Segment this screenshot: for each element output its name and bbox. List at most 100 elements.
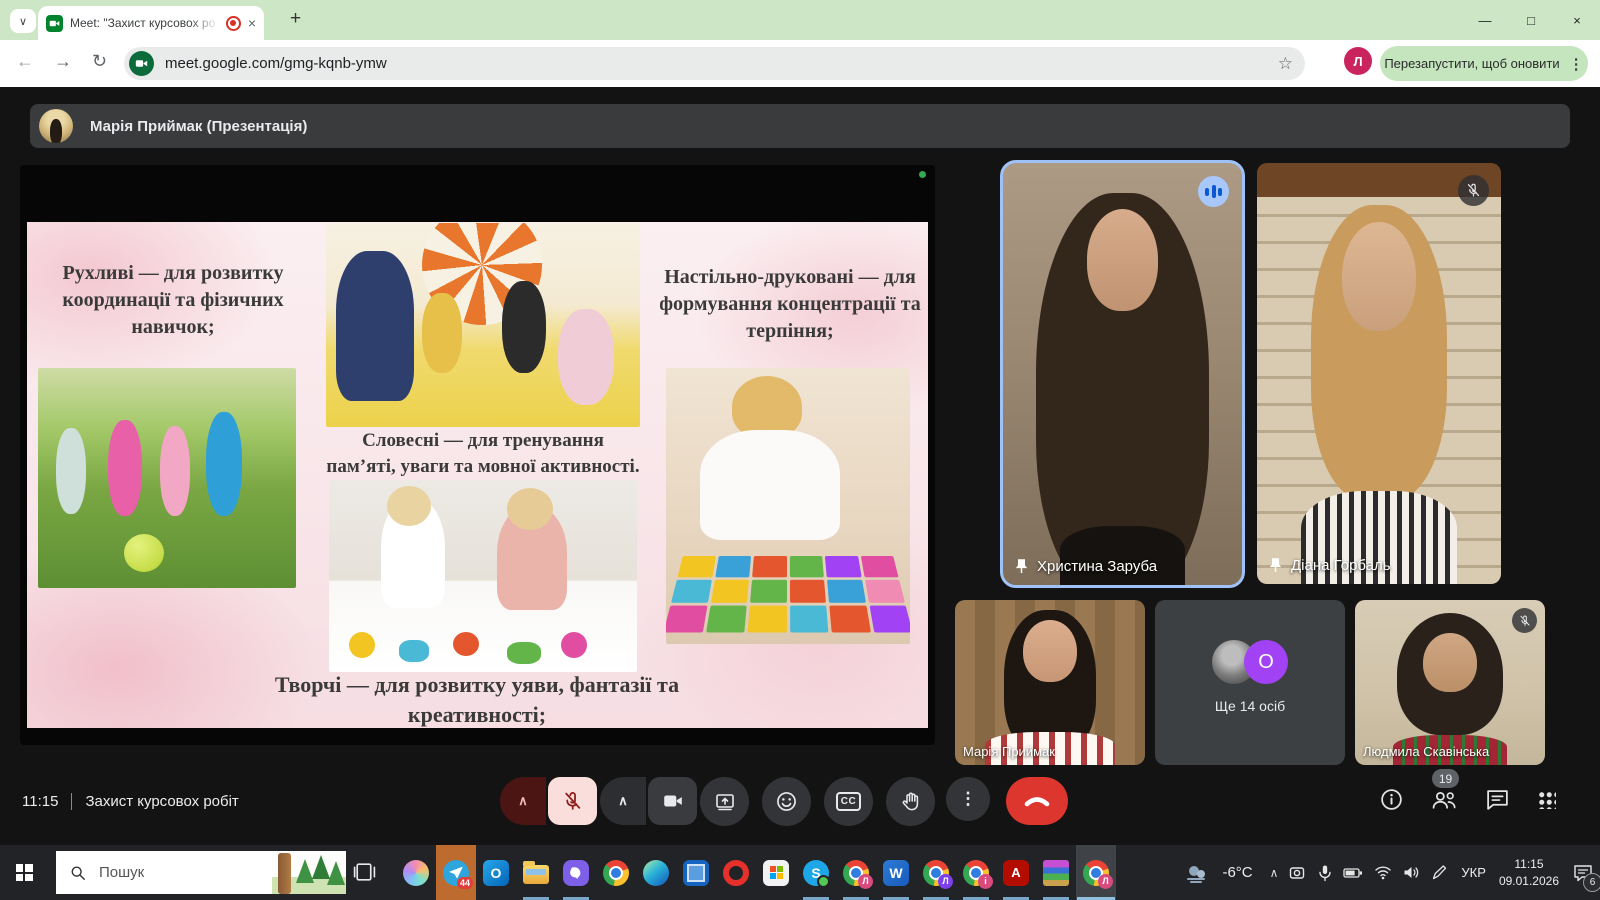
photo-figure: [422, 293, 462, 373]
url-bar[interactable]: meet.google.com/gmg-kqnb-ymw ☆: [124, 47, 1305, 80]
taskbar-search[interactable]: Пошук: [56, 851, 346, 894]
slide-text-left: Рухливі — для розвитку координації та фі…: [42, 260, 304, 341]
photo-figure: [56, 428, 86, 514]
photo-toy: [453, 632, 479, 656]
mic-mute-button[interactable]: [548, 777, 597, 825]
notification-count-badge: 6: [1583, 873, 1600, 892]
wifi-icon[interactable]: [1374, 865, 1392, 880]
taskbar-app-outlook[interactable]: O: [476, 845, 516, 900]
taskbar-app-explorer[interactable]: [516, 845, 556, 900]
taskbar-app-telegram[interactable]: 44: [436, 845, 476, 900]
maximize-button[interactable]: □: [1508, 0, 1554, 40]
photo-children-running: [38, 368, 296, 588]
taskbar-app-chrome-active[interactable]: Л: [1076, 845, 1116, 900]
minimize-button[interactable]: —: [1462, 0, 1508, 40]
browser-tab[interactable]: Meet: "Захист курсовох ро ×: [38, 6, 264, 40]
photo-figure: [700, 430, 840, 540]
mic-options-chevron[interactable]: ∧: [500, 777, 546, 825]
language-indicator[interactable]: УКР: [1461, 865, 1486, 880]
tab-close-icon[interactable]: ×: [248, 15, 256, 31]
raise-hand-button[interactable]: [886, 777, 935, 826]
new-tab-button[interactable]: +: [290, 8, 301, 30]
taskbar-app-winrar[interactable]: [1036, 845, 1076, 900]
present-screen-button[interactable]: [700, 777, 749, 826]
close-window-button[interactable]: ×: [1554, 0, 1600, 40]
more-vert-icon: ⋮: [960, 789, 977, 809]
windows-logo-icon: [16, 864, 33, 881]
participant-tile-mariia[interactable]: Марія Приймак: [955, 600, 1145, 765]
chat-icon[interactable]: [1485, 787, 1510, 812]
microphone-tray-icon[interactable]: [1318, 864, 1332, 882]
mic-muted-icon: [1458, 175, 1489, 206]
camera-in-use-tray-icon[interactable]: [1289, 865, 1307, 881]
chrome-icon: Л: [923, 860, 949, 886]
photo-figure: [160, 426, 190, 516]
taskbar-app-chrome-profile-3[interactable]: і: [956, 845, 996, 900]
camera-button[interactable]: [648, 777, 697, 825]
photo-toy: [561, 632, 587, 658]
forward-icon[interactable]: →: [54, 51, 72, 72]
more-options-button[interactable]: ⋮: [946, 777, 990, 821]
more-participants-label: Ще 14 осіб: [1155, 698, 1345, 714]
taskbar-app-word[interactable]: W: [876, 845, 916, 900]
taskbar-app-photos[interactable]: [676, 845, 716, 900]
bookmark-star-icon[interactable]: ☆: [1278, 54, 1293, 74]
taskbar-app-skype[interactable]: S: [796, 845, 836, 900]
taskbar-app-acrobat[interactable]: A: [996, 845, 1036, 900]
taskbar-app-viber[interactable]: [556, 845, 596, 900]
tray-overflow-chevron[interactable]: ∧: [1270, 866, 1279, 880]
reload-icon[interactable]: ↻: [92, 51, 107, 72]
video-placeholder: [1060, 526, 1184, 585]
camera-in-use-icon[interactable]: [129, 51, 154, 76]
tab-search-button[interactable]: ∨: [10, 9, 36, 33]
participant-count-badge: 19: [1432, 769, 1459, 788]
end-call-button[interactable]: [1006, 777, 1068, 825]
photo-ball: [124, 534, 164, 572]
browser-profile-avatar[interactable]: Л: [1344, 47, 1372, 75]
pen-icon[interactable]: [1431, 864, 1448, 881]
taskbar-app-chrome-profile-1[interactable]: Л: [836, 845, 876, 900]
chrome-update-button[interactable]: Перезапустити, щоб оновити ⋮: [1380, 46, 1588, 81]
taskbar-app-chrome-profile-2[interactable]: Л: [916, 845, 956, 900]
telegram-unread-badge: 44: [457, 877, 473, 889]
winrar-icon: [1043, 860, 1069, 886]
more-participants-tile[interactable]: O Ще 14 осіб: [1155, 600, 1345, 765]
window-controls: — □ ×: [1462, 0, 1600, 40]
divider: [71, 793, 72, 810]
browser-menu-icon[interactable]: ⋮: [1569, 55, 1584, 73]
people-icon[interactable]: [1431, 787, 1458, 812]
taskbar-app-store[interactable]: [756, 845, 796, 900]
taskbar-app-edge[interactable]: [636, 845, 676, 900]
photo-figure: [732, 376, 802, 438]
back-icon[interactable]: ←: [16, 51, 34, 72]
taskbar-clock[interactable]: 11:15 09.01.2026: [1499, 856, 1559, 890]
taskbar-app-copilot[interactable]: [396, 845, 436, 900]
captions-button[interactable]: CC: [824, 777, 873, 826]
presenter-name: Марія Приймак (Презентація): [90, 118, 307, 135]
weather-icon[interactable]: [1185, 863, 1211, 883]
info-icon[interactable]: [1379, 787, 1404, 812]
chrome-icon: [603, 860, 629, 886]
avatar: O: [1244, 640, 1288, 684]
shared-screen[interactable]: Рухливі — для розвитку координації та фі…: [20, 165, 935, 745]
activities-grid-icon[interactable]: [1537, 790, 1556, 809]
screen: ∨ Meet: "Захист курсовох ро × + — □ × ← …: [0, 0, 1600, 900]
participant-tile-diana[interactable]: Діана Горбаль: [1257, 163, 1501, 584]
meeting-info: 11:15 Захист курсовох робіт: [22, 777, 239, 825]
participant-tile-liudmyla[interactable]: Людмила Скавінська: [1355, 600, 1545, 765]
microsoft-store-icon: [763, 860, 789, 886]
task-view-button[interactable]: [352, 859, 377, 889]
battery-icon[interactable]: [1343, 866, 1363, 880]
meeting-panel-buttons: [1379, 787, 1556, 812]
temperature-label[interactable]: -6°C: [1222, 864, 1252, 881]
presentation-slide: Рухливі — для розвитку координації та фі…: [27, 222, 928, 728]
reactions-button[interactable]: [762, 777, 811, 826]
taskbar-app-opera[interactable]: [716, 845, 756, 900]
volume-icon[interactable]: [1403, 865, 1420, 880]
camera-options-chevron[interactable]: ∧: [600, 777, 646, 825]
notification-center-button[interactable]: 6: [1570, 860, 1596, 886]
taskbar-app-chrome[interactable]: [596, 845, 636, 900]
start-button[interactable]: [0, 845, 48, 900]
chrome-profile-badge: Л: [1098, 874, 1113, 889]
participant-tile-khrystyna[interactable]: Христина Заруба: [1000, 160, 1245, 588]
